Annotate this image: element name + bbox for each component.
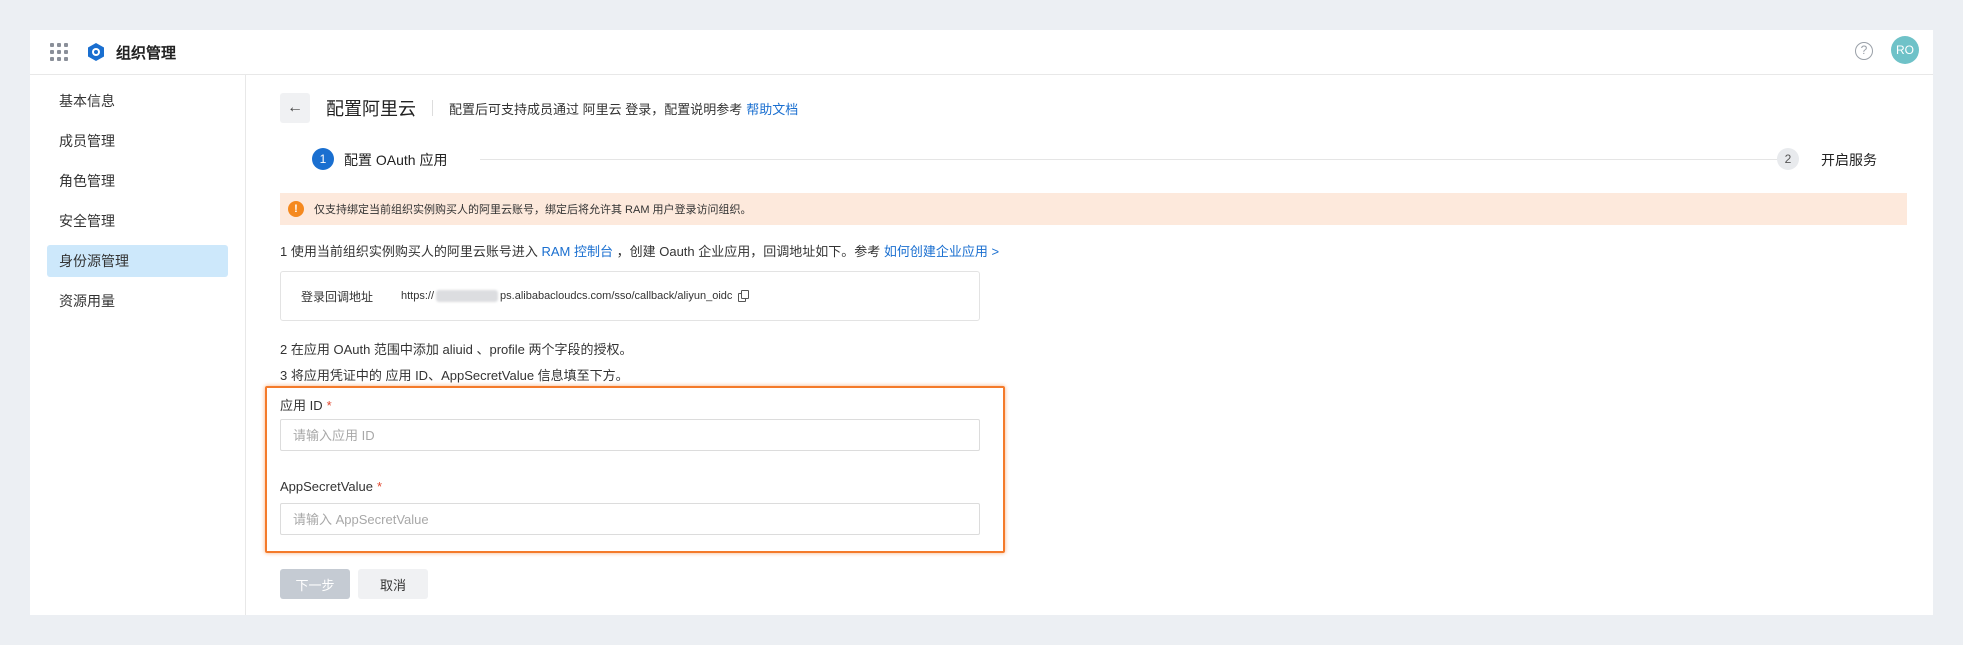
page-description: 配置后可支持成员通过 阿里云 登录，配置说明参考 帮助文档 — [449, 99, 798, 118]
arrow-left-icon: ← — [287, 99, 303, 116]
callback-url-prefix: https:// — [401, 290, 435, 302]
steps: 1 配置 OAuth 应用 2 开启服务 — [312, 148, 1887, 172]
help-icon[interactable]: ? — [1855, 42, 1873, 60]
app-secret-input[interactable] — [280, 503, 980, 535]
sidebar-item-members[interactable]: 成员管理 — [47, 125, 228, 157]
required-mark: * — [377, 479, 383, 494]
sidebar-item-resource-usage[interactable]: 资源用量 — [47, 285, 228, 317]
step-2-label: 开启服务 — [1821, 152, 1877, 168]
warning-icon: ! — [288, 201, 304, 217]
avatar[interactable]: RO — [1891, 36, 1919, 64]
ram-console-link[interactable]: RAM 控制台 — [541, 244, 613, 259]
callback-url-box: 登录回调地址 https:// ps.alibabacloudcs.com/ss… — [280, 271, 980, 321]
alert-text: 仅支持绑定当前组织实例购买人的阿里云账号，绑定后将允许其 RAM 用户登录访问组… — [314, 204, 752, 216]
instruction-1-prefix: 1 使用当前组织实例购买人的阿里云账号进入 — [280, 244, 538, 259]
instruction-2: 2 在应用 OAuth 范围中添加 aliuid 、profile 两个字段的授… — [280, 342, 633, 357]
app-secret-label-text: AppSecretValue — [280, 479, 373, 494]
header-divider — [432, 100, 433, 116]
app-id-label-text: 应用 ID — [280, 398, 323, 413]
instruction-3: 3 将应用凭证中的 应用 ID、AppSecretValue 信息填至下方。 — [280, 368, 629, 383]
required-mark: * — [326, 398, 332, 413]
sidebar: 基本信息 成员管理 角色管理 安全管理 身份源管理 资源用量 — [30, 75, 246, 615]
sidebar-item-security[interactable]: 安全管理 — [47, 205, 228, 237]
sidebar-item-identity-sources[interactable]: 身份源管理 — [47, 245, 228, 277]
step-1-number: 1 — [312, 148, 334, 170]
main-content: ← 配置阿里云 配置后可支持成员通过 阿里云 登录，配置说明参考 帮助文档 1 配… — [265, 75, 1907, 615]
create-app-guide-link[interactable]: 如何创建企业应用 > — [884, 244, 999, 259]
sidebar-item-basic-info[interactable]: 基本信息 — [47, 85, 228, 117]
app-launcher-icon[interactable] — [50, 43, 68, 61]
help-doc-link[interactable]: 帮助文档 — [746, 102, 798, 117]
app-window: 组织管理 ? RO 基本信息 成员管理 角色管理 安全管理 身份源管理 资源用量… — [30, 30, 1933, 615]
top-bar: 组织管理 ? RO — [30, 30, 1933, 75]
app-id-input[interactable] — [280, 419, 980, 451]
app-title: 组织管理 — [116, 44, 177, 62]
page-title: 配置阿里云 — [326, 99, 416, 119]
step-1-label: 配置 OAuth 应用 — [344, 152, 448, 168]
app-id-label: 应用 ID * — [280, 395, 332, 414]
callback-url: https:// ps.alibabacloudcs.com/sso/callb… — [401, 290, 750, 302]
sidebar-item-roles[interactable]: 角色管理 — [47, 165, 228, 197]
cancel-button[interactable]: 取消 — [358, 569, 428, 599]
page-header: ← 配置阿里云 配置后可支持成员通过 阿里云 登录，配置说明参考 帮助文档 — [280, 93, 798, 123]
instruction-1-mid: ，创建 Oauth 企业应用，回调地址如下。参考 — [616, 244, 881, 259]
logo-icon — [88, 43, 104, 61]
callback-label: 登录回调地址 — [301, 289, 374, 304]
page-description-text: 配置后可支持成员通过 阿里云 登录，配置说明参考 — [449, 101, 743, 117]
instruction-1: 1 使用当前组织实例购买人的阿里云账号进入 RAM 控制台 ，创建 Oauth … — [280, 241, 999, 260]
step-2-number: 2 — [1777, 148, 1799, 170]
redacted-blur — [436, 290, 499, 302]
app-secret-label: AppSecretValue * — [280, 479, 382, 494]
back-button[interactable]: ← — [280, 93, 310, 123]
warning-alert: ! 仅支持绑定当前组织实例购买人的阿里云账号，绑定后将允许其 RAM 用户登录访… — [280, 193, 1907, 225]
step-connector — [480, 159, 1783, 160]
callback-url-suffix: ps.alibabacloudcs.com/sso/callback/aliyu… — [500, 290, 733, 302]
next-button[interactable]: 下一步 — [280, 569, 350, 599]
copy-icon[interactable] — [738, 290, 750, 302]
